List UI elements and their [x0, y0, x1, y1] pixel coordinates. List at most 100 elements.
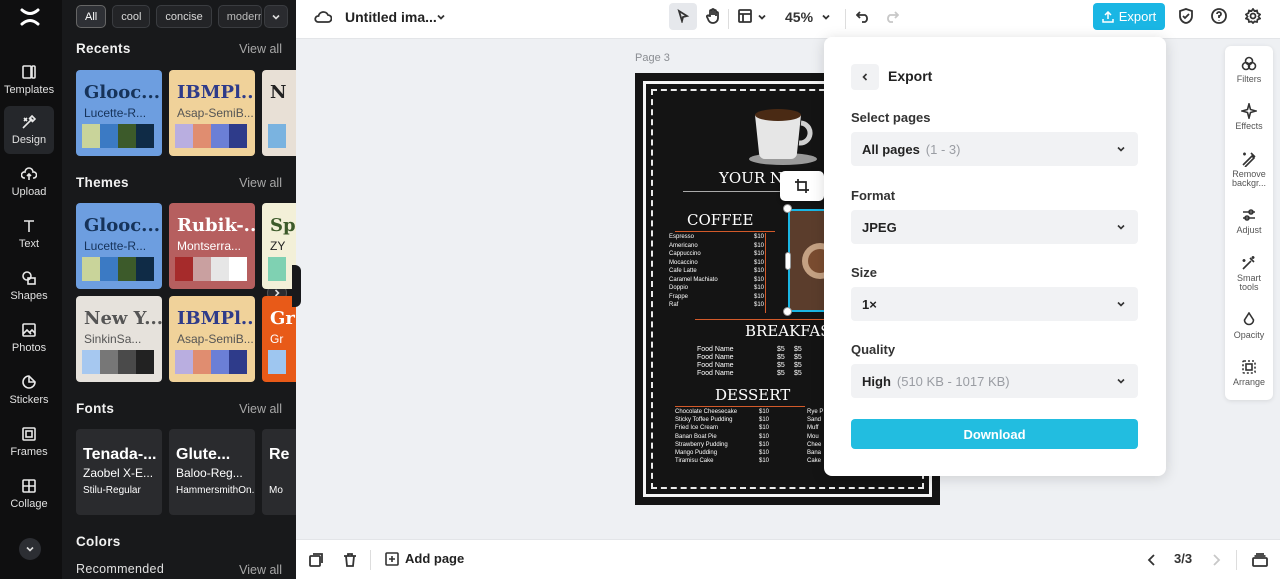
format-dropdown[interactable]: JPEG — [851, 210, 1138, 244]
opacity-icon — [1243, 312, 1255, 326]
rail-item-frames[interactable]: Frames — [4, 418, 54, 466]
layout-icon[interactable] — [736, 7, 754, 25]
font-pair-card[interactable]: Glute... Baloo-Reg... HammersmithOn... — [169, 429, 255, 515]
recent-theme-card[interactable]: IBMPl... Asap-SemiB... — [169, 70, 255, 156]
tool-adjust[interactable]: Adjust — [1225, 207, 1273, 235]
font-pair-card[interactable]: Tenada-... Zaobel X-E... Stilu-Regular — [76, 429, 162, 515]
theme-card[interactable]: Glooc... Lucette-R... — [76, 203, 162, 289]
theme-heading-font: Glooc... — [84, 215, 160, 236]
back-button[interactable] — [851, 64, 879, 90]
breakfast-item: Food Name — [697, 370, 734, 377]
size-dropdown[interactable]: 1× — [851, 287, 1138, 321]
shield-check-icon[interactable] — [1176, 6, 1196, 26]
select-pages-dropdown[interactable]: All pages (1 - 3) — [851, 132, 1138, 166]
dessert-item: Strawberry Pudding — [675, 441, 728, 448]
dessert-right-item: Chee — [807, 441, 822, 448]
redo-icon[interactable] — [883, 7, 901, 25]
dessert-item: Banan Boat Pie — [675, 433, 717, 440]
chip-cool[interactable]: cool — [112, 5, 151, 28]
theme-card[interactable]: IBMPl... Asap-SemiB... — [169, 296, 255, 382]
fonts-view-all[interactable]: View all — [239, 402, 282, 416]
quality-dropdown[interactable]: High (510 KB - 1017 KB) — [851, 364, 1138, 398]
zoom-level[interactable]: 45% — [785, 9, 813, 25]
recent-theme-card[interactable]: Glooc... Lucette-R... — [76, 70, 162, 156]
theme-card[interactable]: Sp ZY — [262, 203, 296, 289]
document-title[interactable]: Untitled ima... — [345, 9, 437, 25]
cloud-save-icon[interactable] — [312, 7, 334, 27]
rail-item-collage[interactable]: Collage — [4, 470, 54, 518]
theme-card[interactable]: New Y... SinkinSa... — [76, 296, 162, 382]
app-logo-icon[interactable] — [19, 6, 41, 28]
font-sample-c: HammersmithOn... — [176, 485, 255, 496]
panel-collapse-handle[interactable] — [292, 265, 301, 307]
theme-heading-font: New Y... — [84, 308, 162, 329]
tool-label: Effects — [1235, 121, 1263, 131]
rail-label: Shapes — [10, 290, 48, 302]
download-button[interactable]: Download — [851, 419, 1138, 449]
cursor-icon[interactable] — [674, 7, 692, 25]
add-page-button[interactable]: Add page — [385, 551, 464, 566]
hand-icon[interactable] — [704, 7, 722, 25]
upload-icon — [21, 167, 37, 180]
theme-card[interactable]: Rubik-... Montserra... — [169, 203, 255, 289]
duplicate-page-icon[interactable] — [306, 550, 326, 570]
help-icon[interactable] — [1209, 6, 1229, 26]
rail-item-stickers[interactable]: Stickers — [4, 366, 54, 414]
bottom-toolbar: Add page 3/3 — [296, 539, 1280, 579]
breakfast-item-price: $5 — [794, 354, 802, 361]
resize-handle[interactable] — [783, 307, 792, 316]
resize-handle[interactable] — [783, 204, 792, 213]
chips-expand-button[interactable] — [264, 5, 288, 28]
themes-view-all[interactable]: View all — [239, 176, 282, 190]
coffee-item-price: $10 — [754, 302, 765, 308]
next-page-icon[interactable] — [1206, 550, 1226, 570]
coffee-item-price: $10 — [754, 285, 765, 291]
delete-page-icon[interactable] — [340, 550, 360, 570]
theme-swatches — [268, 124, 286, 148]
arrange-icon — [1242, 360, 1256, 374]
chip-concise[interactable]: concise — [156, 5, 212, 28]
theme-swatches — [82, 350, 154, 374]
tool-smart-tools[interactable]: Smart tools — [1225, 255, 1273, 292]
quality-label: Quality — [851, 342, 896, 357]
settings-icon[interactable] — [1243, 6, 1263, 26]
tool-filters[interactable]: Filters — [1225, 56, 1273, 84]
color-swatch — [268, 257, 286, 281]
chevron-down-icon[interactable] — [755, 10, 769, 24]
undo-icon[interactable] — [854, 7, 872, 25]
theme-card[interactable]: Gr Gr — [262, 296, 296, 382]
tool-remove-background[interactable]: Remove backgr... — [1225, 151, 1273, 188]
tool-arrange[interactable]: Arrange — [1225, 359, 1273, 387]
tool-label: Opacity — [1233, 330, 1265, 340]
rail-item-templates[interactable]: Templates — [4, 56, 54, 104]
chevron-down-icon[interactable] — [819, 10, 833, 24]
chip-all[interactable]: All — [76, 5, 107, 28]
remove-background-icon — [1242, 152, 1256, 167]
theme-body-font: Gr — [270, 332, 284, 346]
colors-recommended-label: Recommended — [76, 562, 165, 576]
crop-button[interactable] — [780, 171, 824, 201]
export-button[interactable]: Export — [1093, 3, 1165, 30]
rail-item-design[interactable]: Design — [4, 106, 54, 154]
coffee-underline — [675, 231, 775, 232]
tool-effects[interactable]: Effects — [1225, 103, 1273, 131]
coffee-item: Cafe Latte — [669, 268, 697, 274]
breakfast-item-price: $5 — [777, 354, 785, 361]
rail-item-upload[interactable]: Upload — [4, 158, 54, 206]
rail-item-text[interactable]: Text — [4, 210, 54, 258]
tool-opacity[interactable]: Opacity — [1225, 312, 1273, 340]
recent-theme-card[interactable]: N — [262, 70, 296, 156]
recents-view-all[interactable]: View all — [239, 42, 282, 56]
rail-item-shapes[interactable]: Shapes — [4, 262, 54, 310]
rail-item-photos[interactable]: Photos — [4, 314, 54, 362]
page-manager-icon[interactable] — [1250, 550, 1270, 570]
chevron-down-icon[interactable] — [434, 10, 448, 24]
previous-page-icon[interactable] — [1142, 550, 1162, 570]
color-swatch — [118, 124, 136, 148]
resize-handle-side[interactable] — [785, 252, 791, 270]
more-button[interactable] — [19, 538, 41, 560]
font-pair-card[interactable]: Re Mo — [262, 429, 296, 515]
coffee-item-price: $10 — [754, 234, 765, 240]
colors-view-all[interactable]: View all — [239, 563, 282, 577]
chip-modern[interactable]: modern — [217, 5, 262, 28]
